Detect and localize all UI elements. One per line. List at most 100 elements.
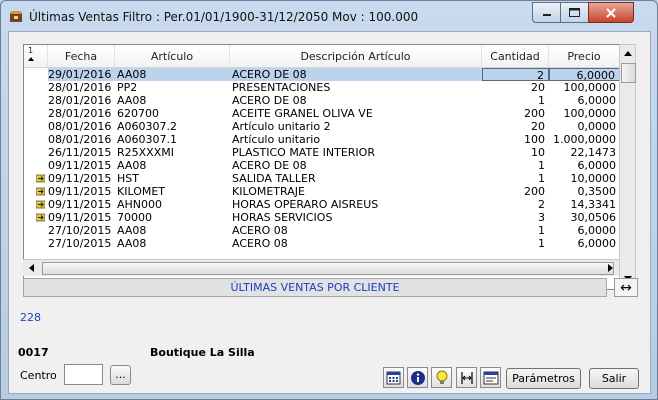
cell-precio: 30,0506 [570,211,617,224]
cell-cantidad: 1 [538,237,545,250]
form-button[interactable] [480,367,501,388]
column-header-precio[interactable]: Precio [549,45,620,67]
close-icon [606,7,616,18]
salir-button[interactable]: Salir [589,368,639,389]
cell-articulo: AHN000 [117,198,163,211]
cell-cantidad: 20 [531,120,545,133]
cell-descripcion: ACERO 08 [232,237,288,250]
cell-precio: 1.000,0000 [553,133,616,146]
vertical-scrollbar[interactable] [619,44,636,288]
cell-articulo: A060307.2 [117,120,178,133]
grid-header: 1 Fecha Artículo Descripción Artículo Ca… [24,45,620,68]
centro-input[interactable] [64,364,103,385]
cell-cantidad: 2 [482,68,549,81]
table-row[interactable]: 09/11/2015 AA08 ACERO DE 08 1 6,0000 [24,159,620,172]
expand-button[interactable]: ↔ [614,278,638,297]
cell-precio: 6,0000 [577,237,617,250]
lightbulb-icon [436,370,447,384]
cell-descripcion: Artículo unitario 2 [232,120,331,133]
vertical-scroll-thumb[interactable] [621,63,636,83]
cell-fecha: 28/01/2016 [48,81,112,94]
table-row[interactable]: 29/01/2016 AA08 ACERO DE 08 2 6,0000 [24,68,620,81]
table-row[interactable]: 26/11/2015 R25XXXMI PLASTICO MATE INTERIOR… [24,146,620,159]
cell-precio: 6,0000 [577,224,617,237]
column-header-descripcion[interactable]: Descripción Artículo [230,45,482,67]
cell-cantidad: 1 [538,94,545,107]
cell-descripcion: HORAS OPERARO AISREUS [232,198,379,211]
cell-precio: 10,0000 [570,172,617,185]
cell-cantidad: 100 [524,133,545,146]
cell-fecha: 26/11/2015 [48,146,112,159]
cell-articulo: AA08 [117,159,147,172]
table-row[interactable]: 27/10/2015 AA08 ACERO 08 1 6,0000 [24,237,620,250]
centro-browse-button[interactable]: ... [110,365,131,385]
table-row[interactable]: 08/01/2016 A060307.2 Artículo unitario 2 20… [24,120,620,133]
tips-button[interactable] [431,367,452,388]
column-width-icon [460,371,473,384]
scroll-right-icon[interactable] [608,264,613,272]
table-row[interactable]: 28/01/2016 PP2 PRESENTACIONES 20 100,0000 [24,81,620,94]
form-icon [483,371,498,384]
cell-cantidad: 20 [531,81,545,94]
scroll-up-icon[interactable] [624,51,632,56]
cell-precio: 14,3341 [570,198,617,211]
parametros-button[interactable]: Parámetros [506,368,581,389]
cell-cantidad: 10 [531,146,545,159]
cell-descripcion: HORAS SERVICIOS [232,211,333,224]
folder-arrow-icon [36,213,45,222]
cell-fecha: 09/11/2015 [48,185,112,198]
table-row[interactable]: 09/11/2015 AHN000 HORAS OPERARO AISREUS 2 14… [24,198,620,211]
cell-descripcion: KILOMETRAJE [232,185,305,198]
cell-articulo: R25XXXMI [117,146,174,159]
title-bar: Últimas Ventas Filtro : Per.01/01/1900-3… [1,1,657,31]
cell-fecha: 27/10/2015 [48,224,112,237]
cell-cantidad: 3 [538,211,545,224]
horizontal-scrollbar[interactable] [23,259,619,276]
expand-horizontal-icon: ↔ [620,279,632,296]
maximize-button[interactable] [560,2,589,23]
info-button[interactable] [407,367,428,388]
close-button[interactable] [588,2,634,23]
table-row[interactable]: 08/01/2016 A060307.1 Artículo unitario 100 1… [24,133,620,146]
column-header-cantidad[interactable]: Cantidad [482,45,549,67]
grid-caption: ÚLTIMAS VENTAS POR CLIENTE [23,278,607,297]
cell-cantidad: 1 [538,172,545,185]
cell-articulo: PP2 [117,81,138,94]
cell-articulo: AA08 [117,94,147,107]
app-icon [10,11,22,22]
cell-fecha: 08/01/2016 [48,133,112,146]
cell-fecha: 09/11/2015 [48,172,112,185]
record-count: 228 [20,311,41,324]
cell-fecha: 28/01/2016 [48,107,112,120]
cell-articulo: 70000 [117,211,152,224]
cell-precio: 6,0000 [549,68,620,81]
cell-cantidad: 1 [538,159,545,172]
cell-precio: 100,0000 [563,81,617,94]
scroll-left-icon[interactable] [29,264,34,272]
cell-fecha: 29/01/2016 [48,68,115,81]
calendar-button[interactable] [383,367,404,388]
horizontal-scroll-thumb[interactable] [42,262,614,275]
table-row[interactable]: 09/11/2015 HST SALIDA TALLER 1 10,0000 [24,172,620,185]
column-header-fecha[interactable]: Fecha [48,45,115,67]
cell-fecha: 08/01/2016 [48,120,112,133]
column-header-articulo[interactable]: Artículo [115,45,230,67]
client-area: 1 Fecha Artículo Descripción Artículo Ca… [8,31,651,394]
client-name: Boutique La Silla [150,346,255,359]
sort-header[interactable]: 1 [24,45,48,67]
table-row[interactable]: 28/01/2016 620700 ACEITE GRANEL OLIVA VE 20… [24,107,620,120]
column-width-button[interactable] [456,367,477,388]
minimize-button[interactable] [532,2,561,23]
cell-descripcion: Artículo unitario [232,133,321,146]
cell-fecha: 09/11/2015 [48,198,112,211]
table-row[interactable]: 28/01/2016 AA08 ACERO DE 08 1 6,0000 [24,94,620,107]
table-row[interactable]: 27/10/2015 AA08 ACERO 08 1 6,0000 [24,224,620,237]
minimize-icon [542,13,551,16]
sales-grid[interactable]: 1 Fecha Artículo Descripción Artículo Ca… [23,44,621,290]
cell-articulo: A060307.1 [117,133,178,146]
table-row[interactable]: 09/11/2015 KILOMET KILOMETRAJE 200 0,3500 [24,185,620,198]
table-row[interactable]: 09/11/2015 70000 HORAS SERVICIOS 3 30,0506 [24,211,620,224]
cell-articulo: AA08 [117,237,147,250]
cell-cantidad: 200 [524,107,545,120]
window: Últimas Ventas Filtro : Per.01/01/1900-3… [0,0,658,400]
